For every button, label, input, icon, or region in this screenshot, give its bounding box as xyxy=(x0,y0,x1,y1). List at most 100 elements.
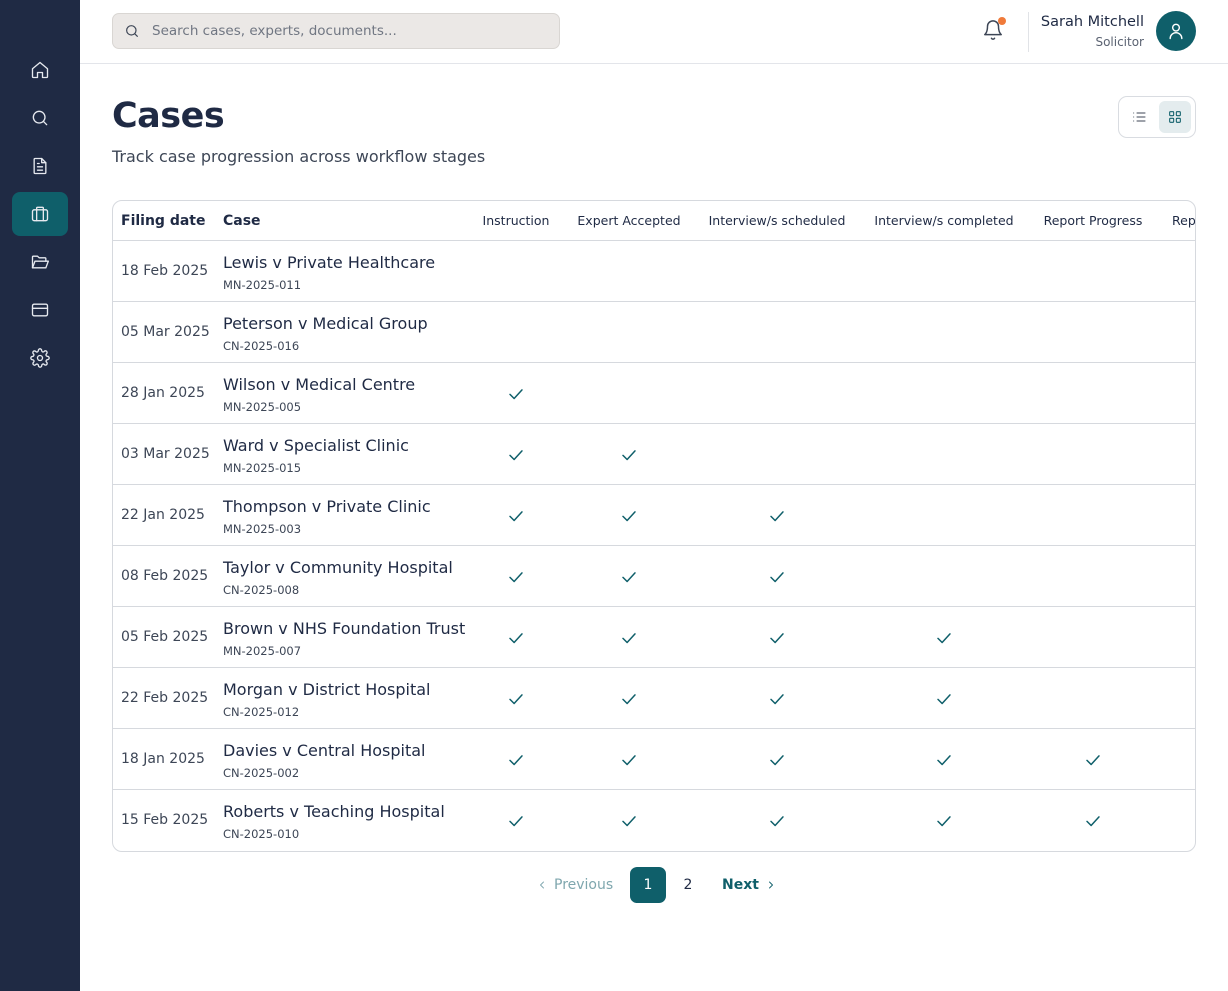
table-row[interactable]: 08 Feb 2025 Taylor v Community Hospital CN… xyxy=(113,546,1195,607)
filing-date: 28 Jan 2025 xyxy=(121,385,205,401)
column-header-interviews-scheduled: Interview/s scheduled xyxy=(708,213,846,228)
column-header-instruction: Instruction xyxy=(482,213,550,228)
table-header: Filing date Case Instruction Expert Acce… xyxy=(113,201,1196,241)
check-icon xyxy=(935,690,953,708)
avatar[interactable] xyxy=(1156,11,1196,51)
next-page-button[interactable]: Next xyxy=(722,877,777,893)
list-icon xyxy=(1133,112,1146,122)
sidebar xyxy=(0,0,80,991)
check-icon xyxy=(507,385,525,403)
home-icon xyxy=(31,61,49,79)
check-icon xyxy=(768,568,786,586)
check-icon xyxy=(507,690,525,708)
table-row[interactable]: 05 Mar 2025 Peterson v Medical Group CN-20… xyxy=(113,302,1195,363)
table-row[interactable]: 18 Feb 2025 Lewis v Private Healthcare MN-… xyxy=(113,241,1195,302)
table-row[interactable]: 15 Feb 2025 Roberts v Teaching Hospital CN… xyxy=(113,790,1195,851)
table-row[interactable]: 18 Jan 2025 Davies v Central Hospital CN-2… xyxy=(113,729,1195,790)
check-icon xyxy=(935,751,953,769)
check-icon xyxy=(768,751,786,769)
notifications-button[interactable] xyxy=(982,17,1006,43)
filing-date: 15 Feb 2025 xyxy=(121,812,209,828)
case-name[interactable]: Thompson v Private Clinic xyxy=(223,497,431,516)
case-reference: MN-2025-003 xyxy=(223,522,302,536)
case-name[interactable]: Roberts v Teaching Hospital xyxy=(223,802,445,821)
check-icon xyxy=(507,629,525,647)
search-input[interactable] xyxy=(152,23,542,39)
sidebar-item-search[interactable] xyxy=(12,96,68,140)
case-name[interactable]: Morgan v District Hospital xyxy=(223,680,430,699)
case-reference: CN-2025-012 xyxy=(223,705,300,719)
case-name[interactable]: Davies v Central Hospital xyxy=(223,741,425,760)
case-reference: CN-2025-010 xyxy=(223,827,300,841)
sidebar-item-billing[interactable] xyxy=(12,288,68,332)
check-icon xyxy=(620,690,638,708)
check-icon xyxy=(1084,751,1102,769)
page-subtitle: Track case progression across workflow s… xyxy=(112,147,486,166)
check-icon xyxy=(768,812,786,830)
case-reference: MN-2025-007 xyxy=(223,644,302,658)
grid-view-button[interactable] xyxy=(1159,101,1191,133)
folder-open-icon xyxy=(31,255,49,269)
case-name[interactable]: Brown v NHS Foundation Trust xyxy=(223,619,465,638)
table-row[interactable]: 05 Feb 2025 Brown v NHS Foundation Trust M… xyxy=(113,607,1195,668)
check-icon xyxy=(507,568,525,586)
cases-table: Filing date Case Instruction Expert Acce… xyxy=(112,200,1196,852)
filing-date: 05 Mar 2025 xyxy=(121,324,210,340)
check-icon xyxy=(1084,812,1102,830)
filing-date: 08 Feb 2025 xyxy=(121,568,209,584)
check-icon xyxy=(935,629,953,647)
column-header-filing-date[interactable]: Filing date xyxy=(121,201,205,241)
user-icon xyxy=(1169,23,1183,40)
case-reference: CN-2025-016 xyxy=(223,339,300,353)
briefcase-icon xyxy=(31,206,49,222)
check-icon xyxy=(507,751,525,769)
check-icon xyxy=(507,507,525,525)
case-reference: MN-2025-005 xyxy=(223,400,302,414)
case-reference: CN-2025-002 xyxy=(223,766,300,780)
credit-card-icon xyxy=(31,303,49,317)
case-name[interactable]: Wilson v Medical Centre xyxy=(223,375,415,394)
check-icon xyxy=(768,507,786,525)
check-icon xyxy=(620,446,638,464)
sidebar-item-cases[interactable] xyxy=(12,192,68,236)
sidebar-item-home[interactable] xyxy=(12,48,68,92)
page-button-1[interactable]: 1 xyxy=(630,867,666,903)
check-icon xyxy=(620,568,638,586)
check-icon xyxy=(620,629,638,647)
column-header-report-progress: Report Progress xyxy=(1043,213,1143,228)
filing-date: 03 Mar 2025 xyxy=(121,446,210,462)
case-name[interactable]: Ward v Specialist Clinic xyxy=(223,436,409,455)
table-row[interactable]: 22 Feb 2025 Morgan v District Hospital CN-… xyxy=(113,668,1195,729)
table-row[interactable]: 22 Jan 2025 Thompson v Private Clinic MN-2… xyxy=(113,485,1195,546)
list-view-button[interactable] xyxy=(1123,101,1155,133)
page-title: Cases xyxy=(112,96,225,136)
previous-label: Previous xyxy=(554,877,614,893)
column-header-case[interactable]: Case xyxy=(223,201,261,241)
filing-date: 18 Jan 2025 xyxy=(121,751,205,767)
search-bar[interactable] xyxy=(112,13,560,49)
table-row[interactable]: 28 Jan 2025 Wilson v Medical Centre MN-202… xyxy=(113,363,1195,424)
sidebar-item-folders[interactable] xyxy=(12,240,68,284)
case-name[interactable]: Lewis v Private Healthcare xyxy=(223,253,435,272)
user-name: Sarah Mitchell xyxy=(1040,14,1144,30)
gear-icon xyxy=(30,348,50,368)
column-header-report-truncated: Rep xyxy=(1172,213,1196,228)
case-name[interactable]: Peterson v Medical Group xyxy=(223,314,428,333)
top-header: Sarah Mitchell Solicitor xyxy=(80,0,1228,64)
filing-date: 05 Feb 2025 xyxy=(121,629,209,645)
header-divider xyxy=(1028,12,1029,52)
table-row[interactable]: 03 Mar 2025 Ward v Specialist Clinic MN-20… xyxy=(113,424,1195,485)
sidebar-item-documents[interactable] xyxy=(12,144,68,188)
previous-page-button[interactable]: Previous xyxy=(536,877,613,893)
page-button-2[interactable]: 2 xyxy=(670,867,706,903)
check-icon xyxy=(507,446,525,464)
check-icon xyxy=(768,690,786,708)
case-name[interactable]: Taylor v Community Hospital xyxy=(223,558,453,577)
column-header-expert-accepted: Expert Accepted xyxy=(577,213,681,228)
next-label: Next xyxy=(722,877,759,893)
sidebar-item-settings[interactable] xyxy=(12,336,68,380)
case-reference: MN-2025-011 xyxy=(223,278,302,292)
case-reference: MN-2025-015 xyxy=(223,461,302,475)
check-icon xyxy=(507,812,525,830)
check-icon xyxy=(768,629,786,647)
